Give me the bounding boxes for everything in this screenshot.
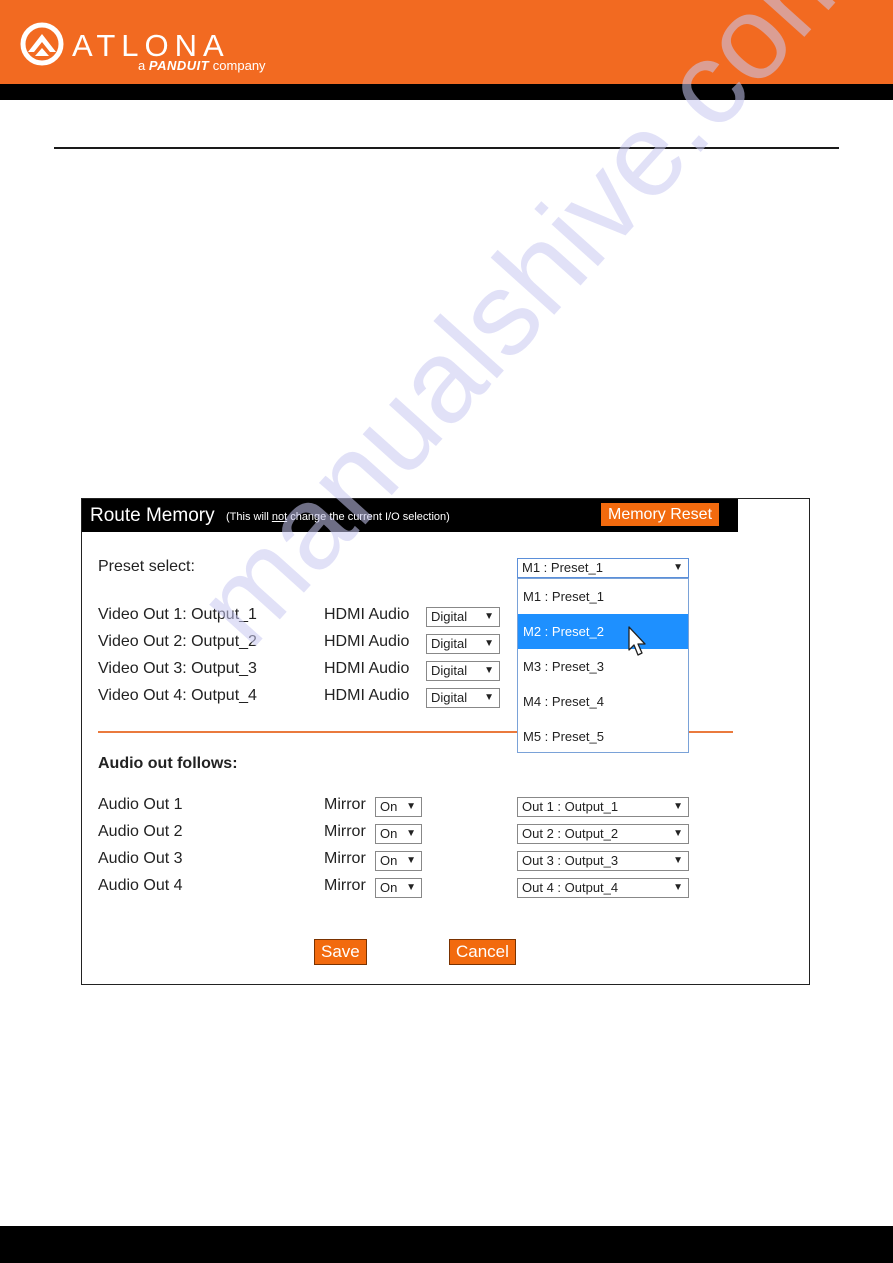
hdmi-audio-select[interactable]: Digital ▼ — [426, 607, 500, 627]
preset-option[interactable]: M4 : Preset_4 — [518, 684, 688, 719]
panel-header: Route Memory (This will not change the c… — [82, 499, 738, 532]
mirror-label: Mirror — [324, 850, 366, 867]
hdmi-audio-label: HDMI Audio — [324, 660, 410, 677]
panel-note: (This will not change the current I/O se… — [226, 511, 450, 523]
audio-follow-select[interactable]: Out 1 : Output_1 ▼ — [517, 797, 689, 817]
preset-dropdown-list: M1 : Preset_1 M2 : Preset_2 M3 : Preset_… — [517, 578, 689, 753]
audio-follow-value: Out 4 : Output_4 — [522, 880, 619, 895]
preset-option-highlighted[interactable]: M2 : Preset_2 — [518, 614, 688, 649]
video-out-label: Video Out 3: Output_3 — [98, 660, 257, 677]
mirror-label: Mirror — [324, 877, 366, 894]
chevron-down-icon: ▼ — [484, 638, 494, 649]
page-header: ATLONA a PANDUIT company — [0, 0, 893, 84]
chevron-down-icon: ▼ — [406, 801, 416, 812]
chevron-down-icon: ▼ — [484, 692, 494, 703]
video-out-label: Video Out 4: Output_4 — [98, 687, 257, 704]
audio-out-label: Audio Out 1 — [98, 796, 183, 813]
hdmi-audio-select[interactable]: Digital ▼ — [426, 661, 500, 681]
chevron-down-icon: ▼ — [673, 801, 683, 812]
hdmi-audio-value: Digital — [431, 690, 468, 705]
chevron-down-icon: ▼ — [484, 611, 494, 622]
brand-name: ATLONA — [72, 28, 230, 63]
hdmi-audio-label: HDMI Audio — [324, 687, 410, 704]
preset-option[interactable]: M1 : Preset_1 — [518, 579, 688, 614]
panel-title: Route Memory — [90, 505, 215, 526]
chevron-down-icon: ▼ — [406, 882, 416, 893]
mirror-value: On — [380, 799, 398, 814]
mouse-pointer-icon — [628, 626, 646, 656]
preset-select-label: Preset select: — [98, 558, 195, 575]
tagline-suffix: company — [212, 58, 266, 73]
mirror-select[interactable]: On ▼ — [375, 851, 422, 871]
audio-follow-value: Out 2 : Output_2 — [522, 826, 619, 841]
chevron-down-icon: ▼ — [673, 562, 683, 573]
mirror-value: On — [380, 853, 398, 868]
atlona-logo-icon — [20, 22, 64, 66]
audio-follow-value: Out 1 : Output_1 — [522, 799, 619, 814]
hdmi-audio-select[interactable]: Digital ▼ — [426, 688, 500, 708]
tagline-brand: PANDUIT — [148, 58, 210, 73]
note-emphasis: not — [271, 511, 288, 523]
brand-tagline: a PANDUIT company — [138, 59, 266, 72]
section-divider — [54, 147, 839, 149]
audio-follow-select[interactable]: Out 3 : Output_3 ▼ — [517, 851, 689, 871]
chevron-down-icon: ▼ — [673, 882, 683, 893]
audio-follow-select[interactable]: Out 2 : Output_2 ▼ — [517, 824, 689, 844]
hdmi-audio-value: Digital — [431, 636, 468, 651]
mirror-select[interactable]: On ▼ — [375, 878, 422, 898]
mirror-select[interactable]: On ▼ — [375, 824, 422, 844]
audio-out-label: Audio Out 2 — [98, 823, 183, 840]
chevron-down-icon: ▼ — [406, 855, 416, 866]
cancel-button[interactable]: Cancel — [449, 939, 516, 965]
header-strip — [0, 84, 893, 100]
preset-option[interactable]: M3 : Preset_3 — [518, 649, 688, 684]
memory-reset-button[interactable]: Memory Reset — [601, 503, 720, 526]
audio-section-title: Audio out follows: — [98, 755, 238, 772]
audio-out-label: Audio Out 3 — [98, 850, 183, 867]
chevron-down-icon: ▼ — [673, 828, 683, 839]
preset-select[interactable]: M1 : Preset_1 ▼ — [517, 558, 689, 578]
tagline-prefix: a — [138, 58, 146, 73]
mirror-label: Mirror — [324, 823, 366, 840]
mirror-value: On — [380, 826, 398, 841]
mirror-select[interactable]: On ▼ — [375, 797, 422, 817]
hdmi-audio-value: Digital — [431, 609, 468, 624]
preset-option[interactable]: M5 : Preset_5 — [518, 719, 688, 754]
chevron-down-icon: ▼ — [673, 855, 683, 866]
note-suffix: change the current I/O selection) — [287, 511, 450, 523]
hdmi-audio-label: HDMI Audio — [324, 606, 410, 623]
video-out-label: Video Out 1: Output_1 — [98, 606, 257, 623]
page-footer — [0, 1226, 893, 1263]
hdmi-audio-select[interactable]: Digital ▼ — [426, 634, 500, 654]
audio-out-label: Audio Out 4 — [98, 877, 183, 894]
audio-follow-value: Out 3 : Output_3 — [522, 853, 619, 868]
hdmi-audio-value: Digital — [431, 663, 468, 678]
preset-select-value: M1 : Preset_1 — [522, 560, 603, 575]
mirror-value: On — [380, 880, 398, 895]
hdmi-audio-label: HDMI Audio — [324, 633, 410, 650]
mirror-label: Mirror — [324, 796, 366, 813]
route-memory-panel: Route Memory (This will not change the c… — [81, 498, 810, 985]
chevron-down-icon: ▼ — [484, 665, 494, 676]
audio-follow-select[interactable]: Out 4 : Output_4 ▼ — [517, 878, 689, 898]
chevron-down-icon: ▼ — [406, 828, 416, 839]
note-prefix: (This will — [226, 511, 272, 523]
video-out-label: Video Out 2: Output_2 — [98, 633, 257, 650]
save-button[interactable]: Save — [314, 939, 367, 965]
